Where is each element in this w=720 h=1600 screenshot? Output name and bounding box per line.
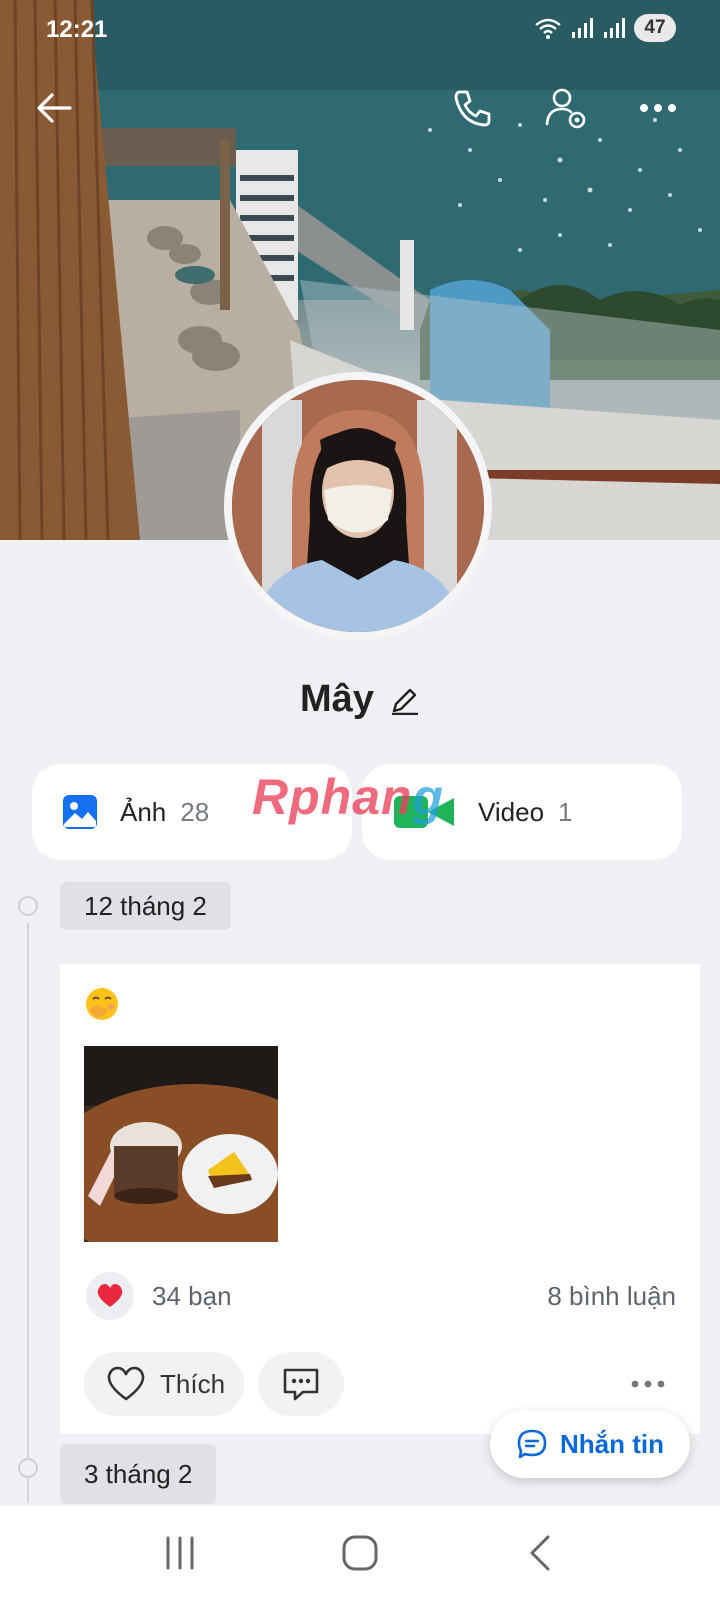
status-time: 12:21 [46, 16, 108, 43]
chat-bubble-icon [517, 1429, 547, 1459]
reaction-count[interactable]: 34 bạn [152, 1281, 232, 1312]
more-horizontal-icon [631, 1380, 665, 1388]
phone-icon [454, 90, 491, 127]
reaction-row: 34 bạn 8 bình luận [86, 1272, 676, 1320]
like-label: Thích [160, 1368, 226, 1399]
date-chip: 12 tháng 2 [60, 882, 231, 930]
profile-settings-button[interactable] [542, 84, 590, 132]
avatar[interactable] [224, 372, 492, 640]
heart-reaction[interactable] [86, 1272, 134, 1320]
videos-count: 1 [558, 796, 573, 827]
recent-apps-button[interactable] [140, 1523, 220, 1583]
profile-name: Mây [300, 678, 374, 720]
post-image [84, 1046, 278, 1242]
watermark-logo: Rphang [252, 769, 445, 825]
post-photo[interactable] [84, 1046, 278, 1242]
recent-apps-icon [166, 1536, 194, 1570]
home-button[interactable] [320, 1523, 400, 1583]
post-more-button[interactable] [620, 1360, 676, 1408]
signal-icon-2 [604, 18, 625, 38]
photos-label: Ảnh [120, 796, 167, 827]
home-icon [342, 1535, 378, 1571]
wifi-icon [535, 18, 561, 39]
system-back-button[interactable] [500, 1523, 580, 1583]
status-icons: 47 [534, 14, 676, 42]
image-icon [63, 795, 97, 829]
profile-name-row: Mây [0, 678, 720, 721]
heart-outline-icon [107, 1366, 145, 1401]
battery-level: 47 [634, 14, 676, 42]
heart-icon [97, 1284, 123, 1307]
photos-count: 28 [180, 796, 210, 827]
edit-name-icon[interactable] [390, 685, 420, 715]
user-settings-icon [545, 88, 586, 129]
more-options-button[interactable] [634, 84, 682, 132]
avatar-image [232, 380, 484, 632]
call-button[interactable] [448, 84, 496, 132]
message-label: Nhắn tin [560, 1428, 664, 1459]
timeline-dot [18, 896, 38, 916]
face-with-hand-over-mouth-icon [86, 988, 118, 1020]
arrow-left-icon [37, 93, 72, 123]
comment-icon [283, 1368, 319, 1401]
post-card[interactable]: 34 bạn 8 bình luận Thích [60, 964, 700, 1434]
system-nav-bar [0, 1506, 720, 1600]
timeline-line [27, 923, 29, 1503]
like-button[interactable]: Thích [84, 1352, 244, 1416]
message-button[interactable]: Nhắn tin [490, 1410, 690, 1478]
videos-label: Video [478, 796, 545, 827]
back-button[interactable] [30, 84, 78, 132]
more-horizontal-icon [640, 104, 676, 112]
date-chip: 3 tháng 2 [60, 1444, 217, 1504]
comment-button[interactable] [258, 1352, 344, 1416]
timeline-dot [18, 1458, 38, 1478]
signal-icon [572, 18, 593, 38]
comment-count[interactable]: 8 bình luận [547, 1281, 676, 1312]
chevron-left-icon [530, 1535, 550, 1571]
